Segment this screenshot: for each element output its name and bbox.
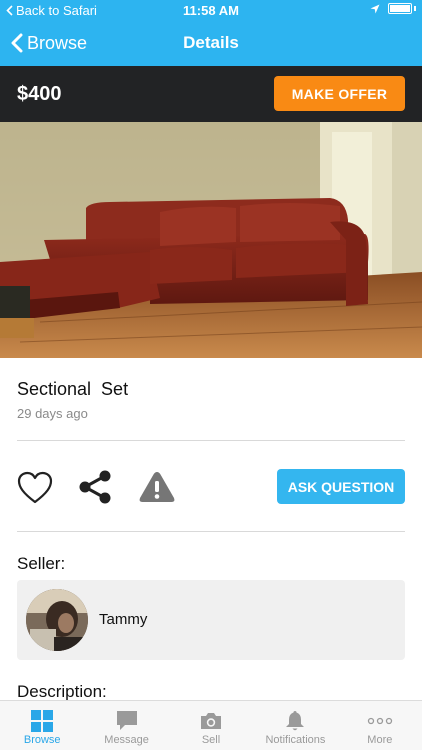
grid-icon [31, 710, 54, 732]
seller-name: Tammy [99, 611, 148, 628]
more-dots-icon [367, 717, 392, 725]
favorite-button[interactable] [16, 468, 54, 506]
location-arrow-icon [370, 4, 380, 13]
sofa-photo-illustration [0, 122, 422, 358]
share-icon [79, 470, 111, 504]
tab-sell[interactable]: Sell [169, 701, 253, 750]
tab-label: Browse [23, 734, 61, 746]
tab-label: More [367, 734, 393, 746]
description-heading: Description: [17, 682, 107, 701]
tab-more[interactable]: More [338, 701, 422, 750]
tab-label: Notifications [265, 734, 326, 746]
page-title: Details [183, 33, 239, 52]
seller-heading: Seller: [17, 554, 66, 573]
listing-photo[interactable] [0, 122, 422, 358]
heart-outline-icon [17, 471, 53, 503]
status-indicators [370, 3, 416, 14]
status-bar: Back to Safari 11:58 AM [0, 0, 422, 20]
warning-triangle-icon [139, 472, 175, 502]
tab-label: Sell [201, 734, 221, 746]
avatar [26, 589, 88, 651]
tab-browse[interactable]: Browse [0, 701, 84, 750]
bell-icon [286, 711, 305, 731]
tab-label: Message [104, 734, 149, 746]
make-offer-button[interactable]: MAKE OFFER [274, 76, 405, 111]
camera-icon [201, 713, 222, 729]
tab-message[interactable]: Message [84, 701, 168, 750]
chat-bubble-icon [116, 711, 137, 730]
tab-bar: Browse Message Sell Notifications More [0, 700, 422, 750]
listing-title: Sectional Set [17, 379, 129, 399]
ask-question-button[interactable]: ASK QUESTION [277, 469, 405, 504]
tab-notifications[interactable]: Notifications [253, 701, 337, 750]
status-time: 11:58 AM [183, 3, 239, 18]
battery-tip [414, 6, 416, 11]
listing-age: 29 days ago [17, 406, 88, 421]
divider [17, 531, 405, 532]
listing-price: $400 [17, 83, 62, 105]
avatar-photo [26, 589, 88, 651]
price-bar: $400 MAKE OFFER [0, 66, 422, 122]
navigation-bar: Browse Details [0, 20, 422, 66]
divider [17, 440, 405, 441]
battery-icon [388, 3, 412, 14]
report-button[interactable] [138, 468, 176, 506]
seller-card[interactable]: Tammy [17, 580, 405, 660]
share-button[interactable] [76, 468, 114, 506]
